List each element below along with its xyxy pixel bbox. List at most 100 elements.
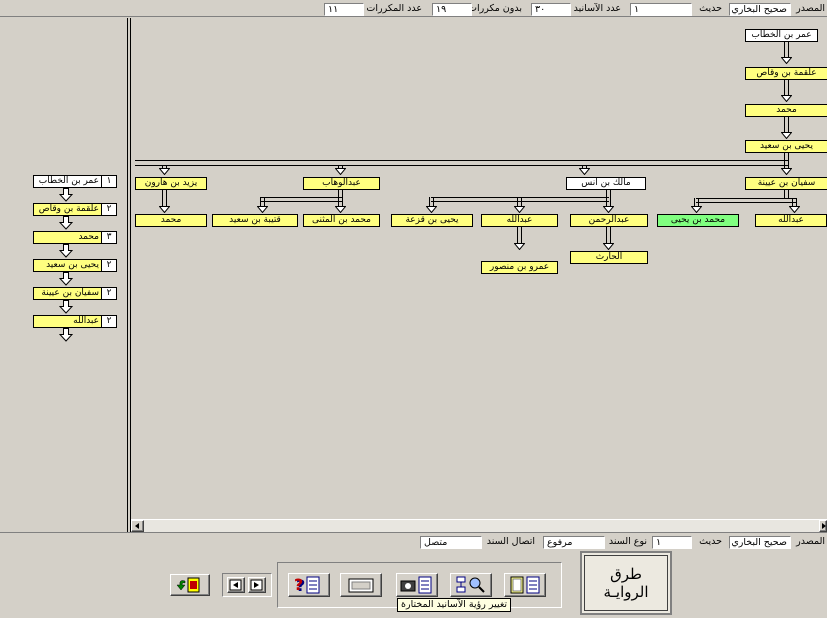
down-arrow-icon (781, 132, 792, 139)
left-chain-item-number: ٢ (101, 288, 116, 299)
connector-line (517, 227, 518, 244)
hadith-value: ١ (630, 3, 692, 16)
search-tree-icon (456, 576, 485, 593)
left-chain-item-number: ٢ (101, 316, 116, 327)
source-label: المصدر (796, 3, 825, 14)
left-chain-item-number: ١ (101, 176, 116, 187)
view-tree-icon (510, 576, 540, 594)
left-chain-item-number: ٣ (101, 232, 116, 243)
chains-count-value: ٣٠ (531, 3, 571, 16)
connector-line (788, 117, 789, 133)
tree-node-muhammad-2[interactable]: محمد (135, 214, 207, 227)
down-arrow-icon (257, 206, 268, 213)
exit-button[interactable] (170, 574, 210, 596)
down-arrow-icon (603, 243, 614, 250)
down-arrow-icon (59, 216, 73, 230)
tree-node-muhammad-yahya[interactable]: محمد بن يحيى (657, 214, 739, 227)
down-arrow-icon (335, 168, 346, 175)
left-chain-item-name: سفيان بن عيينة (41, 288, 99, 298)
tree-node-abdurrahman[interactable]: عبدالرحمن (570, 214, 648, 227)
down-arrow-icon (691, 206, 702, 213)
sanad-type-value: مرفوع (543, 536, 605, 549)
down-arrow-icon (789, 206, 800, 213)
camera-tree-icon (400, 576, 432, 594)
help-tree-button[interactable]: ? ? (288, 573, 330, 597)
sanad-type-label: نوع السند (608, 536, 647, 547)
tree-node-alqamah[interactable]: علقمة بن وقاص (745, 67, 827, 80)
nav-right-icon (250, 579, 263, 591)
tree-node-yahya-qazaah[interactable]: يحيى بن قزعة (391, 214, 473, 227)
connector-line (606, 190, 607, 197)
tree-node-abdulwahhab[interactable]: عبدالوهاب (303, 177, 380, 190)
left-chain-item[interactable]: ٢ علقمة بن وقاص (33, 203, 117, 216)
connector-line (521, 227, 522, 244)
down-arrow-icon (59, 328, 73, 342)
left-chain-item[interactable]: ٣ محمد (33, 231, 117, 244)
svg-text:?: ? (294, 575, 303, 594)
tree-node-amr[interactable]: عمرو بن منصور (481, 261, 558, 274)
connector-line (784, 190, 785, 198)
left-chain-item[interactable]: ٢ عبدالله (33, 315, 117, 328)
nav-left-button[interactable] (227, 577, 245, 593)
change-view-button[interactable] (504, 573, 546, 597)
down-arrow-icon (781, 168, 792, 175)
bottom-hadith-value: ١ (652, 536, 692, 549)
left-chain-item-name: عمر بن الخطاب (38, 176, 99, 186)
exit-door-icon (176, 577, 200, 593)
snapshot-button[interactable] (396, 573, 438, 597)
connector-line (135, 160, 788, 161)
down-arrow-icon (603, 206, 614, 213)
tree-node-sufyan[interactable]: سفيان بن عيينة (745, 177, 827, 190)
scroll-left-button[interactable] (131, 520, 144, 532)
bottom-panel: المصدر صحيح البخاري حديث ١ نوع السند مرف… (0, 532, 827, 618)
down-arrow-icon (579, 168, 590, 175)
bottom-source-label: المصدر (796, 536, 825, 547)
tree-node-yazid[interactable]: يزيد بن هارون (135, 177, 207, 190)
bottom-hadith-label: حديث (699, 536, 722, 547)
tree-node-malik[interactable]: مالك بن أنس (566, 177, 646, 190)
connector-line (431, 201, 609, 202)
search-tree-button[interactable] (450, 573, 492, 597)
left-chain-item[interactable]: ٢ سفيان بن عيينة (33, 287, 117, 300)
down-arrow-icon (59, 272, 73, 286)
left-chain-item[interactable]: ٢ يحيى بن سعيد (33, 259, 117, 272)
connector-line (696, 202, 796, 203)
left-chain-panel: ١ عمر بن الخطاب ٢ علقمة بن وقاص ٣ محمد ٢ يحيى ب… (0, 18, 127, 532)
connector-line (788, 190, 789, 198)
no-repeat-label: بدون مكررات (468, 3, 522, 14)
nav-left-icon (229, 579, 242, 591)
scroll-right-button[interactable] (819, 520, 827, 532)
tree-node-yahya[interactable]: يحيى بن سعيد (745, 140, 827, 153)
connector-line (166, 190, 167, 207)
horizontal-scrollbar[interactable] (131, 519, 827, 532)
tree-node-muhammad-muthanna[interactable]: محمد بن المثنى (303, 214, 380, 227)
tree-node-abdullah-2[interactable]: عبدالله (481, 214, 558, 227)
connector-line (342, 190, 343, 197)
left-chain-item-name: يحيى بن سعيد (46, 260, 99, 270)
connector-line (338, 190, 339, 197)
connector-line (696, 198, 796, 199)
left-chain-item[interactable]: ١ عمر بن الخطاب (33, 175, 117, 188)
tree-node-harith[interactable]: الحارث (570, 251, 648, 264)
tree-node-muhammad[interactable]: محمد (745, 104, 827, 117)
down-arrow-icon (781, 57, 792, 64)
tree-node-umar[interactable]: عمر بن الخطاب (745, 29, 818, 42)
chain-tree-view: عمر بن الخطاب علقمة بن وقاص محمد يحيى بن سع… (131, 19, 827, 519)
connector-line (788, 42, 789, 58)
card-button[interactable] (340, 573, 382, 597)
connector-line (162, 190, 163, 207)
connector-line (788, 80, 789, 96)
nav-right-button[interactable] (248, 577, 266, 593)
connector-line (606, 227, 607, 244)
tree-node-qutaybah[interactable]: قتيبة بن سعيد (212, 214, 298, 227)
scroll-right-icon (822, 523, 826, 529)
connector-line (784, 80, 785, 96)
tree-node-abdullah-1[interactable]: عبدالله (755, 214, 827, 227)
down-arrow-icon (335, 206, 346, 213)
connector-line (610, 190, 611, 197)
top-info-bar: المصدر صحيح البخاري حديث ١ عدد الآسانيد … (0, 0, 827, 17)
down-arrow-icon (514, 206, 525, 213)
repeat-count-label: عدد المكررات (366, 3, 422, 14)
left-chain-item-name: عبدالله (73, 316, 99, 326)
help-tree-icon: ? ? (294, 575, 320, 595)
